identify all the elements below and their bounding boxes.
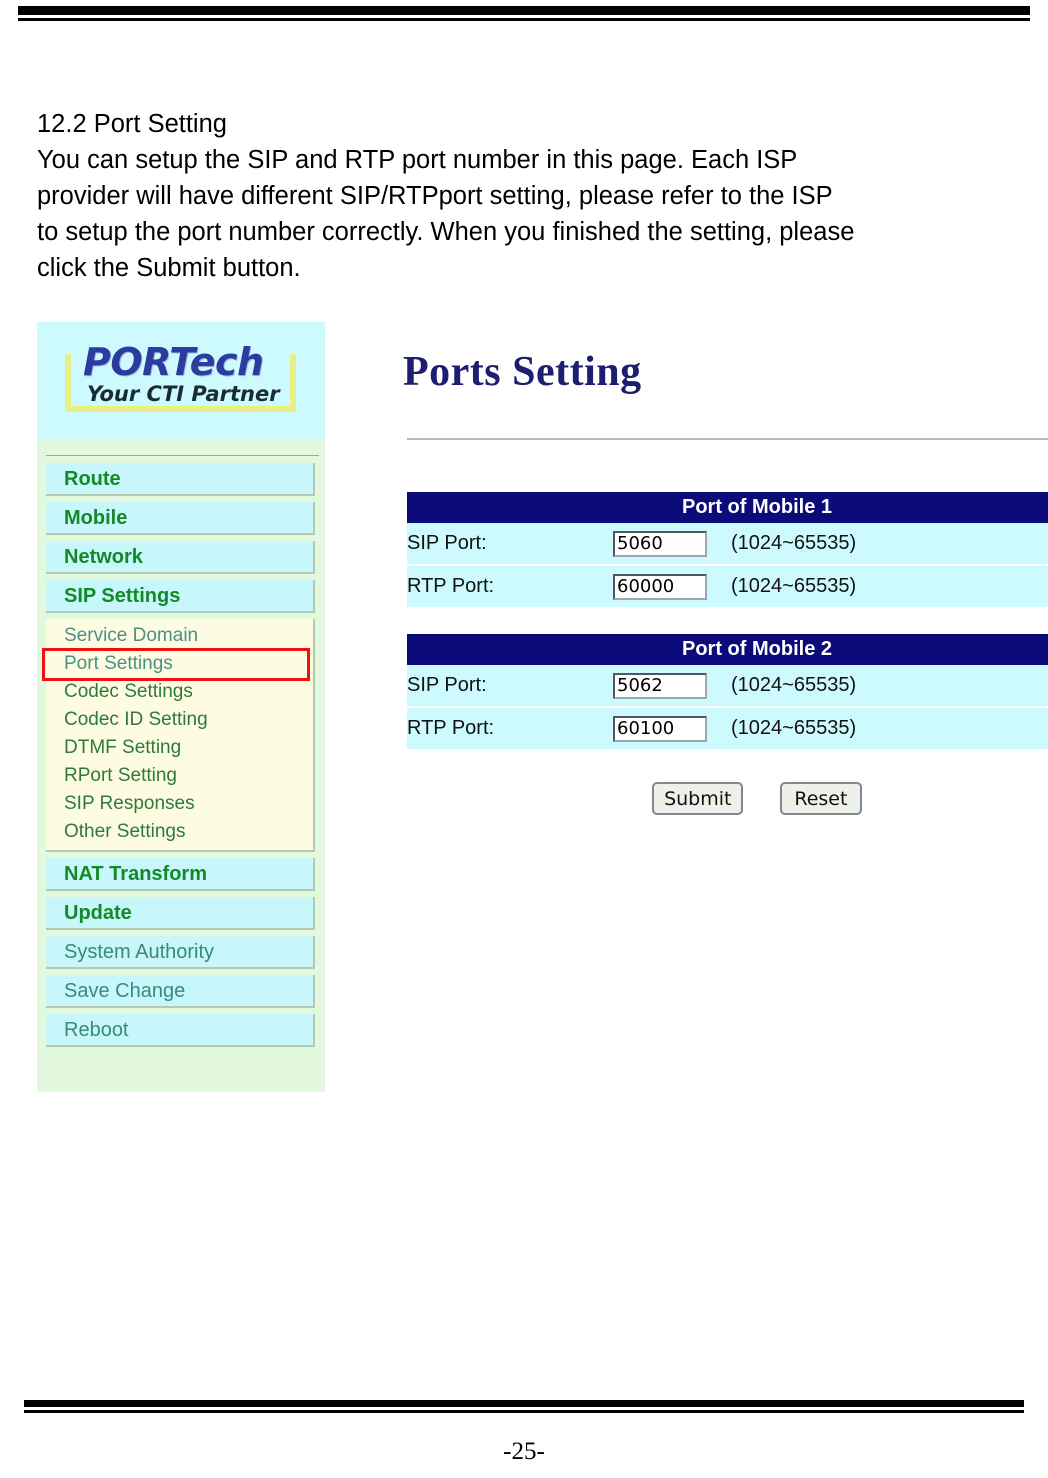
- sidebar-item-reboot[interactable]: Reboot: [46, 1014, 315, 1047]
- table-row: SIP Port: (1024~65535): [407, 665, 1048, 708]
- sip-port-hint-m1: (1024~65535): [731, 523, 1048, 566]
- page-bottom-rule: [24, 1400, 1024, 1413]
- sidebar: PORTech Your CTI Partner Route Mobile Ne…: [37, 322, 325, 1092]
- table-row: SIP Port: (1024~65535): [407, 523, 1048, 566]
- sidebar-item-save-change[interactable]: Save Change: [46, 975, 315, 1008]
- bottom-rule-thick: [24, 1400, 1024, 1407]
- table-header-row: Port of Mobile 2: [407, 634, 1048, 665]
- menu-top-divider: [46, 455, 319, 456]
- logo: PORTech Your CTI Partner: [65, 340, 300, 412]
- sip-port-input-m2[interactable]: [613, 672, 707, 699]
- brand-name: PORTech: [83, 340, 264, 384]
- sidebar-subitem-codec-id-setting[interactable]: Codec ID Setting: [46, 706, 313, 734]
- sidebar-menu: Route Mobile Network SIP Settings Servic…: [37, 439, 325, 1047]
- sidebar-item-system-authority[interactable]: System Authority: [46, 936, 315, 969]
- rtp-port-input-m1[interactable]: [613, 573, 707, 600]
- router-web-ui-screenshot: PORTech Your CTI Partner Route Mobile Ne…: [37, 322, 1048, 1092]
- sidebar-subitem-sip-responses[interactable]: SIP Responses: [46, 790, 313, 818]
- section-heading: 12.2 Port Setting: [37, 110, 227, 138]
- rtp-port-label-m1: RTP Port:: [407, 565, 613, 607]
- sidebar-subitem-rport-setting[interactable]: RPort Setting: [46, 762, 313, 790]
- table-row: RTP Port: (1024~65535): [407, 707, 1048, 749]
- submit-button[interactable]: Submit: [652, 782, 744, 815]
- reset-button[interactable]: Reset: [779, 782, 862, 815]
- page-title: Ports Setting: [403, 349, 642, 395]
- body-line-1: You can setup the SIP and RTP port numbe…: [37, 146, 798, 174]
- title-divider: [407, 438, 1048, 440]
- sidebar-subitem-port-settings[interactable]: Port Settings: [46, 650, 313, 678]
- sip-port-label-m1: SIP Port:: [407, 523, 613, 566]
- rtp-port-input-m2[interactable]: [613, 715, 707, 742]
- sip-port-input-cell-m2: [613, 665, 731, 708]
- bottom-rule-thin: [24, 1410, 1024, 1413]
- sidebar-item-nat-transform[interactable]: NAT Transform: [46, 858, 315, 891]
- port-of-mobile-2-table: Port of Mobile 2 SIP Port: (1024~65535) …: [407, 634, 1048, 749]
- table-header-label: Port of Mobile 1: [407, 492, 1048, 523]
- body-line-4: click the Submit button.: [37, 254, 301, 282]
- sip-settings-submenu: Service Domain Port Settings Codec Setti…: [42, 619, 315, 852]
- table-row: RTP Port: (1024~65535): [407, 565, 1048, 607]
- rtp-port-input-cell-m2: [613, 707, 731, 749]
- section-intro: 12.2 Port Setting You can setup the SIP …: [37, 106, 987, 286]
- sip-port-input-m1[interactable]: [613, 530, 707, 557]
- page-top-rule: [18, 6, 1030, 21]
- brand-tagline: Your CTI Partner: [87, 382, 280, 406]
- sidebar-subitem-other-settings[interactable]: Other Settings: [46, 818, 313, 846]
- table-header-label: Port of Mobile 2: [407, 634, 1048, 665]
- sip-port-hint-m2: (1024~65535): [731, 665, 1048, 708]
- rtp-port-input-cell-m1: [613, 565, 731, 607]
- sidebar-item-update[interactable]: Update: [46, 897, 315, 930]
- page-number: -25-: [503, 1438, 545, 1465]
- content-pane: Ports Setting Port of Mobile 1 SIP Port:…: [325, 322, 1048, 1092]
- sip-port-label-m2: SIP Port:: [407, 665, 613, 708]
- sidebar-item-route[interactable]: Route: [46, 463, 315, 496]
- sidebar-item-network[interactable]: Network: [46, 541, 315, 574]
- sidebar-item-sip-settings[interactable]: SIP Settings: [46, 580, 315, 613]
- form-button-row: Submit Reset: [407, 782, 1048, 815]
- table-header-row: Port of Mobile 1: [407, 492, 1048, 523]
- body-line-2: provider will have different SIP/RTPport…: [37, 182, 833, 210]
- port-of-mobile-1-table: Port of Mobile 1 SIP Port: (1024~65535) …: [407, 492, 1048, 607]
- logo-area: PORTech Your CTI Partner: [37, 322, 325, 439]
- sidebar-subitem-codec-settings[interactable]: Codec Settings: [46, 678, 313, 706]
- sidebar-item-mobile[interactable]: Mobile: [46, 502, 315, 535]
- rtp-port-label-m2: RTP Port:: [407, 707, 613, 749]
- rtp-port-hint-m2: (1024~65535): [731, 707, 1048, 749]
- body-line-3: to setup the port number correctly. When…: [37, 218, 855, 246]
- rtp-port-hint-m1: (1024~65535): [731, 565, 1048, 607]
- sidebar-subitem-service-domain[interactable]: Service Domain: [46, 622, 313, 650]
- top-rule-thin: [18, 18, 1030, 21]
- top-rule-thick: [18, 6, 1030, 15]
- sidebar-subitem-dtmf-setting[interactable]: DTMF Setting: [46, 734, 313, 762]
- sip-port-input-cell-m1: [613, 523, 731, 566]
